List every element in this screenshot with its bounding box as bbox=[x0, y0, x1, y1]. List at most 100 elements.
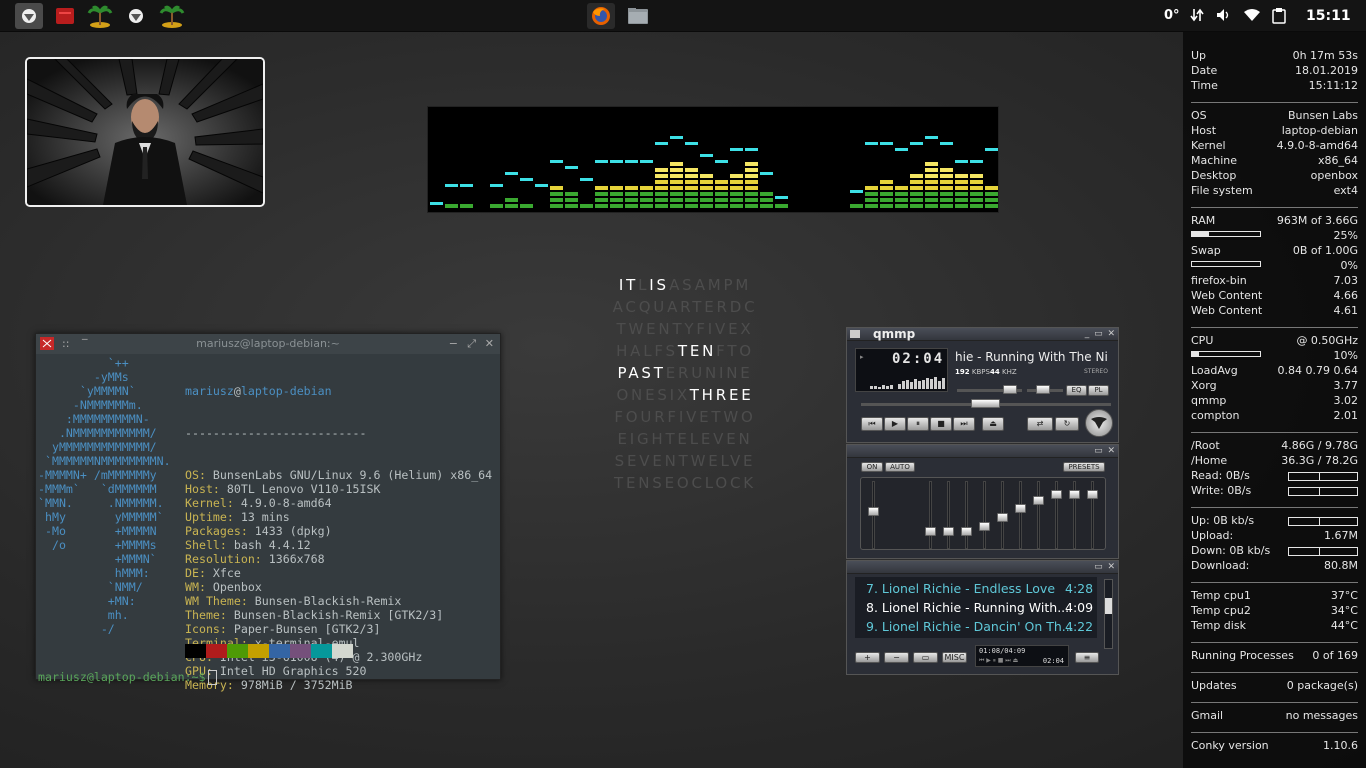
qmmp-player[interactable]: qmmp _ ▭ ✕ ▸ 02:04 hie - Running With Th… bbox=[846, 327, 1119, 675]
playlist-window-buttons[interactable]: ▭ ✕ bbox=[1094, 562, 1116, 572]
qmmp-titlebar[interactable]: qmmp _ ▭ ✕ bbox=[847, 327, 1118, 341]
eq-slider-knob[interactable] bbox=[925, 527, 936, 537]
panel-clock[interactable]: 15:11 bbox=[1306, 8, 1351, 24]
shell-prompt[interactable]: mariusz@laptop-debian:~$ bbox=[38, 670, 217, 685]
close-icon[interactable]: ✕ bbox=[485, 334, 494, 354]
qmmp-pl-toggle[interactable]: PL bbox=[1088, 385, 1109, 396]
visualizer-segment bbox=[640, 198, 653, 202]
eq-slider-knob[interactable] bbox=[1015, 504, 1026, 514]
repeat-icon[interactable]: ↻ bbox=[1055, 417, 1079, 431]
qmmp-balance-knob[interactable] bbox=[1036, 385, 1050, 394]
eq-band-slider[interactable] bbox=[1037, 481, 1040, 549]
debian-swirl-icon[interactable] bbox=[15, 3, 43, 29]
qmmp-menu-icon[interactable] bbox=[850, 330, 860, 338]
red-box-icon[interactable] bbox=[51, 3, 79, 29]
visualizer-peak bbox=[565, 166, 578, 169]
minimize-icon[interactable]: − bbox=[449, 334, 458, 354]
maximize-icon[interactable]: ⤢ bbox=[467, 334, 476, 354]
eq-presets-button[interactable]: PRESETS bbox=[1063, 462, 1105, 472]
terminal-body[interactable]: `++ -yMMs `yMMMMN` -NMMMMMMm. :MMMMMMMMM… bbox=[36, 354, 500, 692]
eq-slider-knob[interactable] bbox=[961, 527, 972, 537]
qmmp-seek-knob[interactable] bbox=[971, 399, 1000, 408]
eq-slider-knob[interactable] bbox=[997, 512, 1008, 522]
equalizer-window-buttons[interactable]: ▭ ✕ bbox=[1094, 446, 1116, 456]
conky-row: Running Processes 0 of 169 bbox=[1191, 649, 1358, 664]
eq-slider-knob[interactable] bbox=[979, 521, 990, 531]
playlist-add-button[interactable]: + bbox=[855, 652, 880, 663]
playlist-scrollbar[interactable] bbox=[1104, 579, 1113, 649]
playlist-item-title[interactable]: 8. Lionel Richie - Running With... bbox=[866, 600, 1069, 615]
pause-icon[interactable]: ⏸ bbox=[907, 417, 929, 431]
playlist-item-title[interactable]: 9. Lionel Richie - Dancin' On Th... bbox=[866, 619, 1074, 634]
eq-band-slider[interactable] bbox=[929, 481, 932, 549]
info-key: Uptime: bbox=[185, 510, 234, 524]
playlist-list-button[interactable]: ≡ bbox=[1075, 652, 1099, 663]
previous-icon[interactable]: ⏮ bbox=[861, 417, 883, 431]
terminal-window[interactable]: :: ‾ mariusz@laptop-debian:~ − ⤢ ✕ `++ -… bbox=[35, 333, 501, 692]
visualizer-segment bbox=[655, 174, 668, 178]
visualizer-segment bbox=[760, 198, 773, 202]
clipboard-icon[interactable] bbox=[1272, 7, 1286, 28]
eq-slider-knob[interactable] bbox=[1051, 489, 1062, 499]
qmmp-eq-toggle[interactable]: EQ bbox=[1066, 385, 1087, 396]
visualizer-segment bbox=[910, 192, 923, 196]
terminal-menu-icon[interactable]: :: bbox=[62, 334, 69, 354]
eq-slider-knob[interactable] bbox=[1033, 495, 1044, 505]
firefox-icon[interactable] bbox=[587, 3, 615, 29]
eq-band-slider[interactable] bbox=[1019, 481, 1022, 549]
visualizer-peak bbox=[655, 142, 668, 145]
eq-band-slider[interactable] bbox=[983, 481, 986, 549]
visualizer-segment bbox=[655, 198, 668, 202]
shuffle-icon[interactable]: ⇄ bbox=[1027, 417, 1053, 431]
visualizer-segment bbox=[670, 186, 683, 190]
playlist-item-duration: 4:09 bbox=[1065, 600, 1094, 615]
visualizer-segment bbox=[625, 204, 638, 208]
playlist-misc-button[interactable]: MISC bbox=[942, 652, 967, 663]
eq-on-button[interactable]: ON bbox=[861, 462, 883, 472]
visualizer-segment bbox=[985, 186, 998, 190]
playlist-select-button[interactable]: ▭ bbox=[913, 652, 938, 663]
eq-auto-button[interactable]: AUTO bbox=[885, 462, 915, 472]
next-icon[interactable]: ⏭ bbox=[953, 417, 975, 431]
qmmp-window-buttons[interactable]: _ ▭ ✕ bbox=[1085, 329, 1116, 339]
palm-tree-icon[interactable] bbox=[158, 3, 186, 29]
qmmp-volume-knob[interactable] bbox=[1003, 385, 1017, 394]
audio-visualizer bbox=[427, 106, 1178, 213]
debian-swirl-icon[interactable] bbox=[122, 3, 150, 29]
qmmp-equalizer[interactable]: ▭ ✕ ON AUTO PRESETS bbox=[846, 444, 1119, 559]
eq-slider-knob[interactable] bbox=[1087, 489, 1098, 499]
visualizer-segment bbox=[700, 192, 713, 196]
eq-slider-knob[interactable] bbox=[868, 507, 879, 517]
conky-value: 2.01 bbox=[1333, 409, 1359, 422]
visualizer-peak bbox=[610, 160, 623, 163]
volume-icon[interactable] bbox=[1216, 8, 1232, 26]
word-clock-row: ACQUARTERDC bbox=[600, 298, 770, 320]
stop-icon[interactable]: ■ bbox=[930, 417, 952, 431]
eq-slider-knob[interactable] bbox=[943, 527, 954, 537]
temperature-indicator[interactable]: 0° bbox=[1164, 8, 1180, 23]
qmmp-main-window[interactable]: qmmp _ ▭ ✕ ▸ 02:04 hie - Running With Th… bbox=[846, 327, 1119, 443]
playlist-titlebar[interactable]: ▭ ✕ bbox=[847, 561, 1118, 574]
eq-band-slider[interactable] bbox=[947, 481, 950, 549]
qmmp-playlist[interactable]: ▭ ✕ 7. Lionel Richie - Endless Love 4:28 8… bbox=[846, 560, 1119, 675]
info-value: 80TL Lenovo V110-15ISK bbox=[219, 482, 381, 496]
visualizer-peak bbox=[925, 136, 938, 139]
network-arrows-icon[interactable] bbox=[1190, 7, 1204, 27]
palm-tree-icon[interactable] bbox=[86, 3, 114, 29]
folder-icon[interactable] bbox=[624, 3, 652, 29]
visualizer-peak bbox=[940, 142, 953, 145]
wifi-icon[interactable] bbox=[1244, 9, 1260, 25]
equalizer-titlebar[interactable]: ▭ ✕ bbox=[847, 445, 1118, 458]
visualizer-peak bbox=[895, 148, 908, 151]
terminal-shade-icon[interactable]: ‾ bbox=[82, 334, 88, 354]
playlist-item-title[interactable]: 7. Lionel Richie - Endless Love bbox=[866, 581, 1055, 596]
playlist-remove-button[interactable]: − bbox=[884, 652, 909, 663]
play-icon[interactable]: ▶ bbox=[884, 417, 906, 431]
eject-icon[interactable]: ⏏ bbox=[982, 417, 1004, 431]
visualizer-segment bbox=[685, 174, 698, 178]
visualizer-segment bbox=[655, 204, 668, 208]
eq-band-slider[interactable] bbox=[965, 481, 968, 549]
visualizer-peak bbox=[880, 142, 893, 145]
eq-slider-knob[interactable] bbox=[1069, 489, 1080, 499]
terminal-titlebar[interactable]: :: ‾ mariusz@laptop-debian:~ − ⤢ ✕ bbox=[36, 334, 500, 354]
